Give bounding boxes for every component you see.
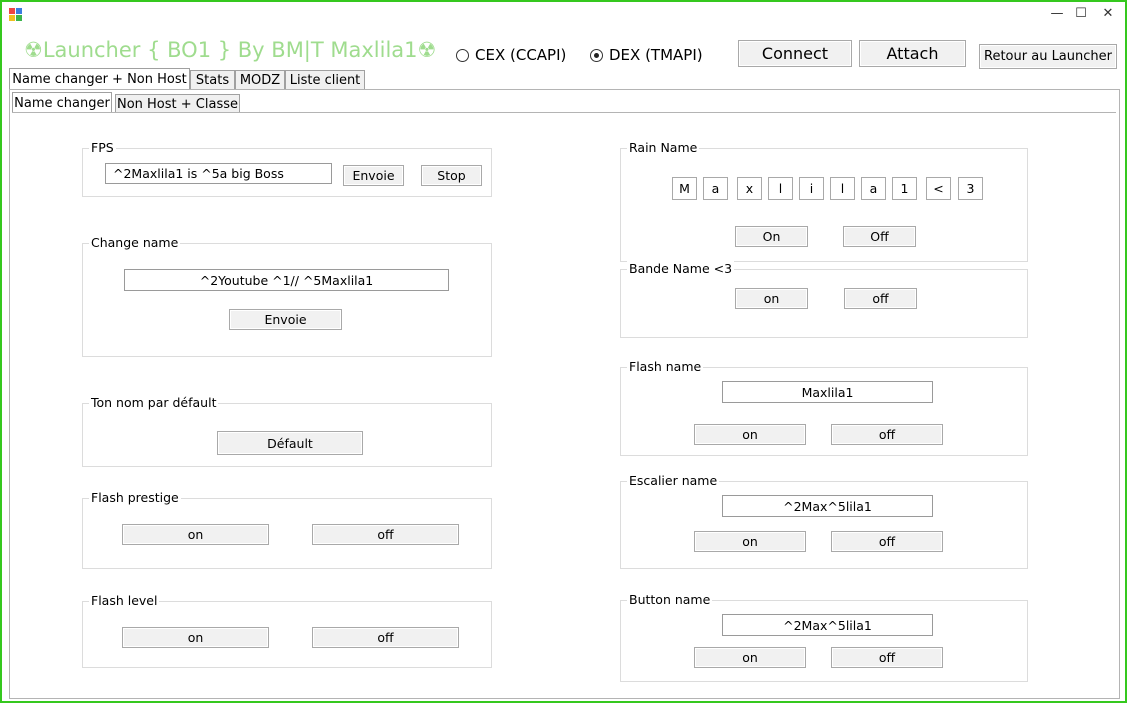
rain-letter-button[interactable]: l bbox=[768, 177, 793, 200]
flash-name-on-button[interactable]: on bbox=[694, 424, 806, 445]
close-icon[interactable]: ✕ bbox=[1100, 6, 1116, 21]
escalier-name-input[interactable]: ^2Max^5lila1 bbox=[722, 495, 933, 517]
flash-name-group-label: Flash name bbox=[627, 359, 704, 374]
dex-radio-label: DEX (TMAPI) bbox=[609, 46, 703, 64]
attach-button[interactable]: Attach bbox=[859, 40, 966, 67]
maximize-icon[interactable]: ☐ bbox=[1073, 6, 1089, 21]
rain-letter-button[interactable]: i bbox=[799, 177, 824, 200]
rain-letter-button[interactable]: a bbox=[703, 177, 728, 200]
rain-letter-button[interactable]: < bbox=[926, 177, 951, 200]
rain-letter-button[interactable]: M bbox=[672, 177, 697, 200]
retour-launcher-button[interactable]: Retour au Launcher bbox=[979, 44, 1117, 69]
default-name-group-label: Ton nom par défault bbox=[89, 395, 219, 410]
rain-letter-button[interactable]: a bbox=[861, 177, 886, 200]
fps-send-button[interactable]: Envoie bbox=[343, 165, 404, 186]
change-name-input[interactable]: ^2Youtube ^1// ^5Maxlila1 bbox=[124, 269, 449, 291]
flash-level-group-label: Flash level bbox=[89, 593, 160, 608]
bande-name-on-button[interactable]: on bbox=[735, 288, 808, 309]
button-name-on-button[interactable]: on bbox=[694, 647, 806, 668]
tab-liste-client[interactable]: Liste client bbox=[285, 70, 365, 90]
rain-letter-button[interactable]: 1 bbox=[892, 177, 917, 200]
minimize-icon[interactable]: — bbox=[1049, 6, 1065, 21]
cex-radio-label: CEX (CCAPI) bbox=[475, 46, 567, 64]
flash-level-off-button[interactable]: off bbox=[312, 627, 459, 648]
button-name-group-label: Button name bbox=[627, 592, 713, 607]
bande-name-off-button[interactable]: off bbox=[844, 288, 917, 309]
change-name-send-button[interactable]: Envoie bbox=[229, 309, 342, 330]
flash-prestige-off-button[interactable]: off bbox=[312, 524, 459, 545]
cex-radio[interactable]: CEX (CCAPI) bbox=[456, 46, 566, 64]
tab-modz[interactable]: MODZ bbox=[235, 70, 285, 90]
button-name-off-button[interactable]: off bbox=[831, 647, 943, 668]
tab-name-changer[interactable]: Name changer bbox=[12, 92, 112, 113]
fps-stop-button[interactable]: Stop bbox=[421, 165, 482, 186]
dex-radio[interactable]: DEX (TMAPI) bbox=[590, 46, 703, 64]
flash-name-input[interactable]: Maxlila1 bbox=[722, 381, 933, 403]
app-title: ☢Launcher { BO1 } By BM|T Maxlila1☢ bbox=[24, 38, 437, 62]
rain-name-on-button[interactable]: On bbox=[735, 226, 808, 247]
rain-name-off-button[interactable]: Off bbox=[843, 226, 916, 247]
flash-prestige-on-button[interactable]: on bbox=[122, 524, 269, 545]
rain-name-group: Rain Name bbox=[620, 140, 1028, 262]
bande-name-group-label: Bande Name <3 bbox=[627, 261, 735, 276]
tab-name-changer-non-host[interactable]: Name changer + Non Host bbox=[9, 68, 190, 90]
change-name-group: Change name bbox=[82, 235, 492, 357]
tab-non-host-classe[interactable]: Non Host + Classe bbox=[115, 94, 240, 113]
fps-group-label: FPS bbox=[89, 140, 116, 155]
flash-prestige-group-label: Flash prestige bbox=[89, 490, 181, 505]
escalier-name-on-button[interactable]: on bbox=[694, 531, 806, 552]
rain-letter-button[interactable]: x bbox=[737, 177, 762, 200]
radio-checked-icon bbox=[590, 48, 603, 62]
tab-stats[interactable]: Stats bbox=[190, 70, 235, 90]
rain-letter-button[interactable]: 3 bbox=[958, 177, 983, 200]
button-name-group: Button name bbox=[620, 592, 1028, 682]
bande-name-group: Bande Name <3 bbox=[620, 261, 1028, 338]
rain-name-group-label: Rain Name bbox=[627, 140, 700, 155]
radio-unchecked-icon bbox=[456, 48, 469, 62]
subtab-divider bbox=[12, 112, 1116, 113]
fps-text-input[interactable]: ^2Maxlila1 is ^5a big Boss bbox=[105, 163, 332, 184]
flash-level-on-button[interactable]: on bbox=[122, 627, 269, 648]
default-name-button[interactable]: Défault bbox=[217, 431, 363, 455]
connect-button[interactable]: Connect bbox=[738, 40, 852, 67]
escalier-name-off-button[interactable]: off bbox=[831, 531, 943, 552]
flash-name-off-button[interactable]: off bbox=[831, 424, 943, 445]
button-name-input[interactable]: ^2Max^5lila1 bbox=[722, 614, 933, 636]
change-name-group-label: Change name bbox=[89, 235, 181, 250]
rain-letter-button[interactable]: l bbox=[830, 177, 855, 200]
escalier-name-group-label: Escalier name bbox=[627, 473, 720, 488]
app-icon bbox=[9, 8, 23, 22]
